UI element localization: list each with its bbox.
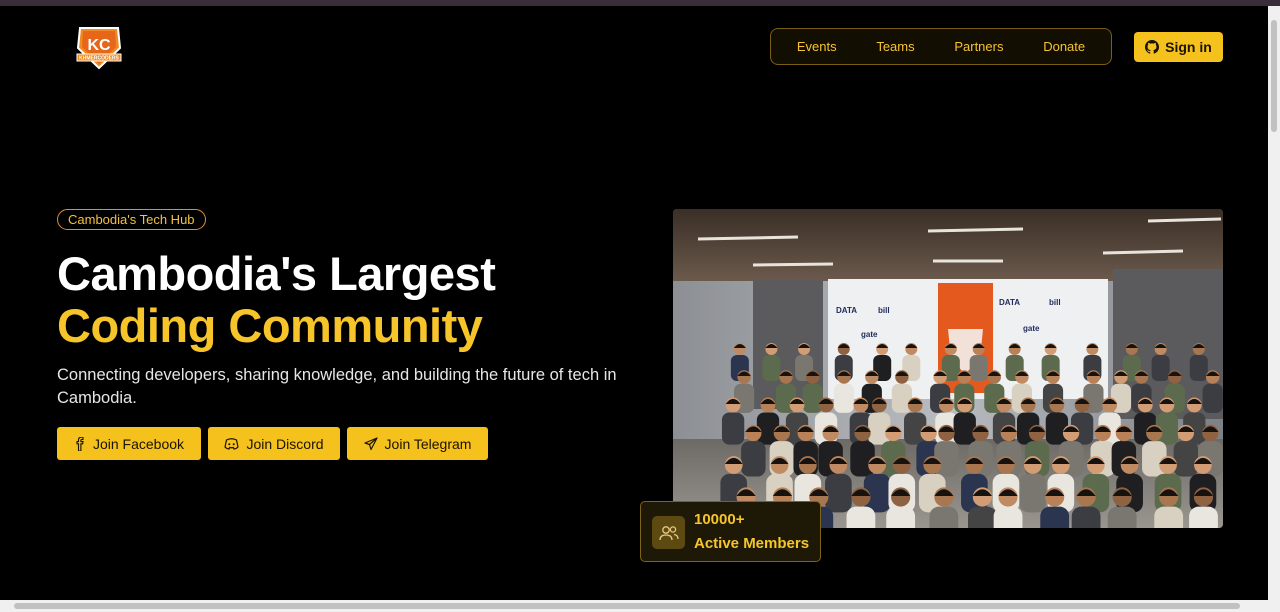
banner-logo-4: DATA <box>999 298 1020 307</box>
nav-item-teams[interactable]: Teams <box>876 39 914 54</box>
facebook-icon <box>76 436 84 451</box>
vertical-scrollbar-thumb[interactable] <box>1271 20 1277 132</box>
nav-item-events[interactable]: Events <box>797 39 837 54</box>
banner-logo-2: bill <box>878 306 890 315</box>
members-label: Active Members <box>694 535 810 552</box>
github-icon <box>1145 40 1160 54</box>
hero-badge: Cambodia's Tech Hub <box>57 209 206 230</box>
banner-logo-6: gate <box>1023 324 1040 333</box>
hero-title-line1: Cambodia's Largest <box>57 247 496 300</box>
join-discord-label: Join Discord <box>246 435 324 452</box>
members-count: 10000+ <box>694 511 745 528</box>
banner-logo-3: gate <box>861 330 878 339</box>
join-discord-button[interactable]: Join Discord <box>208 427 340 460</box>
horizontal-scrollbar[interactable] <box>0 600 1280 612</box>
join-telegram-button[interactable]: Join Telegram <box>347 427 488 460</box>
khmer-coders-logo[interactable]: KC KHMERCODERS <box>74 24 124 70</box>
browser-top-strip <box>0 0 1280 6</box>
horizontal-scrollbar-thumb[interactable] <box>14 603 1240 609</box>
active-members-card: 10000+ Active Members <box>640 501 821 562</box>
logo-text: KC <box>87 37 111 54</box>
users-icon <box>652 516 685 549</box>
vertical-scrollbar[interactable] <box>1268 6 1280 600</box>
main-nav: Events Teams Partners Donate <box>770 28 1112 65</box>
discord-icon <box>224 437 240 450</box>
nav-item-partners[interactable]: Partners <box>954 39 1003 54</box>
join-telegram-label: Join Telegram <box>384 435 472 452</box>
join-facebook-label: Join Facebook <box>92 435 185 452</box>
sign-in-label: Sign in <box>1165 39 1212 55</box>
hero-title-line2: Coding Community <box>57 299 483 352</box>
logo-subtext: KHMERCODERS <box>79 56 119 62</box>
nav-item-donate[interactable]: Donate <box>1043 39 1085 54</box>
banner-logo-1: DATA <box>836 306 857 315</box>
hero-description: Connecting developers, sharing knowledge… <box>57 366 617 407</box>
telegram-icon <box>363 436 378 450</box>
join-facebook-button[interactable]: Join Facebook <box>57 427 201 460</box>
banner-logo-5: bill <box>1049 298 1061 307</box>
sign-in-button[interactable]: Sign in <box>1134 32 1223 62</box>
community-group-photo: DATA bill gate DATA bill gate <box>673 209 1223 528</box>
